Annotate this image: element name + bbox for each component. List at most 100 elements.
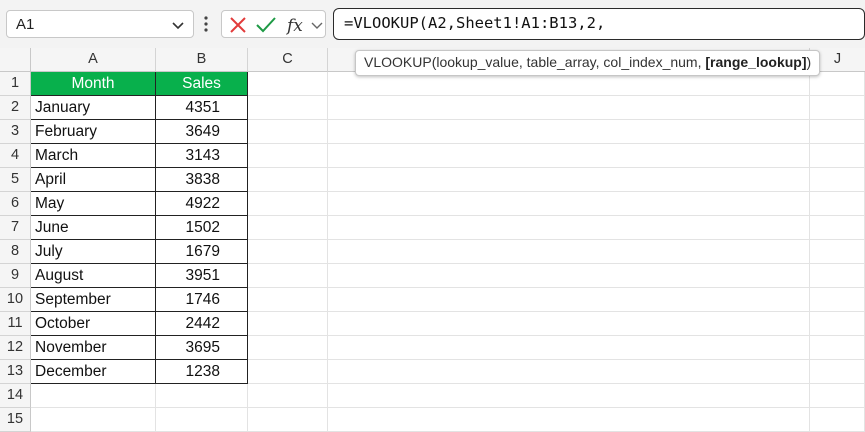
month-cell[interactable]: June [31,216,156,240]
empty-cell[interactable] [328,216,810,240]
row-header[interactable]: 13 [0,360,31,384]
empty-cell[interactable] [328,336,810,360]
column-header-b[interactable]: B [156,48,248,72]
empty-cell[interactable] [328,168,810,192]
sales-cell[interactable]: 3143 [156,144,248,168]
empty-cell[interactable] [156,408,248,432]
row-header[interactable]: 12 [0,336,31,360]
empty-cell[interactable] [328,240,810,264]
row-header[interactable]: 11 [0,312,31,336]
empty-cell[interactable] [328,384,810,408]
empty-cell[interactable] [248,360,328,384]
empty-cell[interactable] [810,264,865,288]
row-header[interactable]: 6 [0,192,31,216]
row-header[interactable]: 5 [0,168,31,192]
empty-cell[interactable] [31,408,156,432]
empty-cell[interactable] [328,360,810,384]
empty-cell[interactable] [810,96,865,120]
more-options-icon[interactable] [203,14,209,39]
empty-cell[interactable] [248,312,328,336]
empty-cell[interactable] [810,240,865,264]
month-cell[interactable]: April [31,168,156,192]
empty-cell[interactable] [328,120,810,144]
chevron-down-icon[interactable] [310,15,324,40]
empty-cell[interactable] [328,192,810,216]
month-cell[interactable]: October [31,312,156,336]
empty-cell[interactable] [31,384,156,408]
fx-icon[interactable]: fx [285,15,310,40]
empty-cell[interactable] [248,72,328,96]
empty-cell[interactable] [248,216,328,240]
empty-cell[interactable] [810,360,865,384]
close-icon[interactable] [228,15,248,40]
row-header[interactable]: 9 [0,264,31,288]
month-cell[interactable]: July [31,240,156,264]
sales-cell[interactable]: 1679 [156,240,248,264]
empty-cell[interactable] [248,168,328,192]
row-header[interactable]: 2 [0,96,31,120]
tooltip-optional-arg[interactable]: [range_lookup] [705,54,806,70]
empty-cell[interactable] [248,264,328,288]
select-all-corner[interactable] [0,48,31,72]
row-header[interactable]: 15 [0,408,31,432]
row-header[interactable]: 1 [0,72,31,96]
row-header[interactable]: 10 [0,288,31,312]
month-cell[interactable]: September [31,288,156,312]
empty-cell[interactable] [156,384,248,408]
empty-cell[interactable] [810,216,865,240]
empty-cell[interactable] [328,288,810,312]
empty-cell[interactable] [328,264,810,288]
sales-cell[interactable]: 4351 [156,96,248,120]
empty-cell[interactable] [328,96,810,120]
sales-cell[interactable]: 1746 [156,288,248,312]
empty-cell[interactable] [248,144,328,168]
month-cell[interactable]: January [31,96,156,120]
row-header[interactable]: 14 [0,384,31,408]
empty-cell[interactable] [248,120,328,144]
month-cell[interactable]: May [31,192,156,216]
empty-cell[interactable] [810,288,865,312]
month-cell[interactable]: March [31,144,156,168]
header-cell-sales[interactable]: Sales [156,72,248,96]
check-icon[interactable] [255,15,277,40]
sales-cell[interactable]: 3649 [156,120,248,144]
sales-cell[interactable]: 3695 [156,336,248,360]
sales-cell[interactable]: 3951 [156,264,248,288]
column-header-c[interactable]: C [248,48,328,72]
month-cell[interactable]: February [31,120,156,144]
empty-cell[interactable] [248,288,328,312]
row-header[interactable]: 7 [0,216,31,240]
formula-input[interactable]: =VLOOKUP(A2,Sheet1!A1:B13,2, [333,8,865,40]
empty-cell[interactable] [810,408,865,432]
empty-cell[interactable] [248,408,328,432]
chevron-down-icon[interactable] [169,13,187,42]
empty-cell[interactable] [248,96,328,120]
name-box[interactable]: A1 [6,10,194,38]
sales-cell[interactable]: 1502 [156,216,248,240]
row-header[interactable]: 4 [0,144,31,168]
sales-cell[interactable]: 3838 [156,168,248,192]
month-cell[interactable]: August [31,264,156,288]
month-cell[interactable]: December [31,360,156,384]
empty-cell[interactable] [328,312,810,336]
empty-cell[interactable] [810,168,865,192]
empty-cell[interactable] [810,336,865,360]
sales-cell[interactable]: 2442 [156,312,248,336]
empty-cell[interactable] [248,384,328,408]
empty-cell[interactable] [810,144,865,168]
month-cell[interactable]: November [31,336,156,360]
empty-cell[interactable] [810,384,865,408]
empty-cell[interactable] [248,336,328,360]
row-header[interactable]: 3 [0,120,31,144]
empty-cell[interactable] [328,408,810,432]
empty-cell[interactable] [248,240,328,264]
empty-cell[interactable] [810,72,865,96]
header-cell-month[interactable]: Month [31,72,156,96]
empty-cell[interactable] [328,144,810,168]
column-header-a[interactable]: A [31,48,156,72]
sales-cell[interactable]: 4922 [156,192,248,216]
empty-cell[interactable] [810,192,865,216]
empty-cell[interactable] [810,120,865,144]
row-header[interactable]: 8 [0,240,31,264]
empty-cell[interactable] [810,312,865,336]
